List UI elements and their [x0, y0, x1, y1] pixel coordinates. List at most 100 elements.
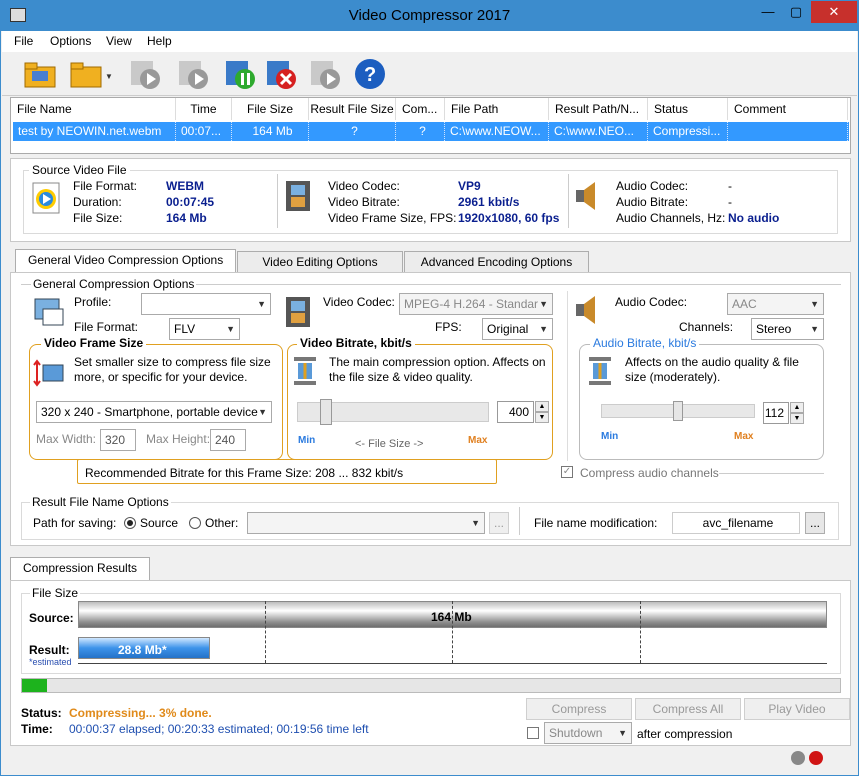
spin-down-icon[interactable]: ▼	[790, 413, 804, 424]
compress-audio-checkbox[interactable]: ✓	[561, 466, 573, 478]
time-label: Time:	[21, 722, 53, 736]
source-title: Source Video File	[29, 163, 130, 177]
close-button[interactable]: ✕	[811, 1, 857, 23]
shutdown-select[interactable]: Shutdown ▼	[544, 722, 632, 744]
src-size-label: File Size:	[73, 211, 123, 225]
status-light-icon	[789, 749, 829, 770]
menu-help[interactable]: Help	[147, 34, 172, 48]
spin-up-icon[interactable]: ▲	[535, 401, 549, 412]
col-time[interactable]: Time	[176, 98, 232, 120]
open-file-icon[interactable]	[22, 57, 58, 91]
play-result-icon[interactable]	[176, 57, 212, 91]
src-format-label: File Format:	[73, 179, 138, 193]
name-modification-button[interactable]: ...	[805, 512, 825, 534]
menu-options[interactable]: Options	[50, 34, 91, 48]
video-codec-select[interactable]: MPEG-4 H.264 - Standar ▼	[399, 293, 553, 315]
src-acodec-value: -	[728, 179, 732, 193]
profile-select[interactable]: ▼	[141, 293, 271, 315]
src-vcodec-label: Video Codec:	[328, 179, 400, 193]
audio-bitrate-slider-thumb[interactable]	[673, 401, 683, 421]
cell-file-path: C:\www.NEOW...	[445, 122, 549, 141]
film-icon	[284, 179, 312, 216]
col-result-size[interactable]: Result File Size	[309, 98, 396, 120]
name-modification-input[interactable]: avc_filename	[672, 512, 800, 534]
col-result-path[interactable]: Result Path/N...	[549, 98, 648, 120]
cell-time: 00:07...	[176, 122, 232, 141]
col-compression[interactable]: Com...	[396, 98, 445, 120]
audio-codec-select[interactable]: AAC ▼	[727, 293, 824, 315]
cell-file-size: 164 Mb	[232, 122, 309, 141]
spin-up-icon[interactable]: ▲	[790, 402, 804, 413]
src-duration-label: Duration:	[73, 195, 122, 209]
src-achannels-value: No audio	[728, 211, 780, 225]
video-bitrate-slider-thumb[interactable]	[320, 399, 332, 425]
pause-icon[interactable]	[223, 57, 259, 91]
divider	[567, 291, 568, 461]
play-video-button[interactable]: Play Video	[744, 698, 850, 720]
max-height-input[interactable]: 240	[210, 429, 246, 451]
col-file-name[interactable]: File Name	[11, 98, 176, 120]
compress-icon	[586, 355, 616, 390]
frame-size-desc: Set smaller size to compress file size m…	[74, 355, 271, 384]
table-row[interactable]: test by NEOWIN.net.webm 00:07... 164 Mb …	[13, 122, 849, 141]
fps-select[interactable]: Original ▼	[482, 318, 553, 340]
progress-fill	[22, 679, 47, 692]
browse-path-button[interactable]: ...	[489, 512, 509, 534]
spin-down-icon[interactable]: ▼	[535, 412, 549, 423]
src-vframe-label: Video Frame Size, FPS:	[328, 211, 457, 225]
stop-icon[interactable]	[264, 57, 300, 91]
svg-text:?: ?	[364, 64, 376, 86]
source-radio[interactable]	[124, 517, 136, 529]
video-max-label: Max	[468, 435, 488, 446]
file-format-select[interactable]: FLV ▼	[169, 318, 240, 340]
shutdown-checkbox[interactable]	[527, 727, 539, 739]
tab-general-compression[interactable]: General Video Compression Options	[15, 249, 237, 273]
play-source-icon[interactable]	[128, 57, 164, 91]
other-radio[interactable]	[189, 517, 201, 529]
video-bitrate-desc: The main compression option. Affects on …	[329, 355, 546, 384]
audio-min-label: Min	[601, 431, 619, 442]
grid-line	[265, 601, 266, 663]
tab-video-editing[interactable]: Video Editing Options	[237, 251, 403, 273]
col-comment[interactable]: Comment	[728, 98, 848, 120]
src-abitrate-value: -	[728, 195, 732, 209]
video-settings-icon[interactable]	[308, 57, 344, 91]
max-width-input[interactable]: 320	[100, 429, 136, 451]
chevron-down-icon: ▼	[258, 407, 267, 417]
audio-bitrate-input[interactable]: 112	[763, 402, 789, 424]
general-options-panel: General Compression Options Profile: ▼ F…	[10, 272, 851, 546]
recommended-bitrate: Recommended Bitrate for this Frame Size:…	[85, 466, 404, 480]
other-path-select[interactable]: ▼	[247, 512, 485, 534]
compress-button[interactable]: Compress	[526, 698, 632, 720]
help-icon[interactable]: ?	[352, 57, 388, 91]
menu-view[interactable]: View	[106, 34, 132, 48]
src-format-value: WEBM	[166, 179, 204, 193]
results-panel: File Size Source: 164 Mb Result: *estima…	[10, 580, 851, 746]
status-value: Compressing... 3% done.	[69, 706, 212, 720]
video-bitrate-input[interactable]: 400	[497, 401, 534, 423]
title-bar: Video Compressor 2017 — ▢ ✕	[1, 1, 858, 31]
chevron-down-icon: ▼	[226, 324, 235, 334]
col-file-path[interactable]: File Path	[445, 98, 549, 120]
menu-file[interactable]: File	[14, 34, 33, 48]
maximize-button[interactable]: ▢	[781, 1, 811, 23]
speaker-icon	[573, 179, 603, 216]
file-size-hint: <- File Size ->	[355, 438, 424, 450]
grid-line	[452, 601, 453, 663]
frame-size-title: Video Frame Size	[41, 336, 147, 350]
tab-compression-results[interactable]: Compression Results	[10, 557, 151, 581]
chevron-down-icon: ▼	[257, 299, 266, 309]
col-file-size[interactable]: File Size	[232, 98, 309, 120]
fps-label: FPS:	[435, 320, 462, 334]
max-height-label: Max Height:	[146, 432, 211, 446]
tab-advanced-encoding[interactable]: Advanced Encoding Options	[404, 251, 589, 273]
open-folder-icon[interactable]: ▼	[68, 57, 113, 91]
frame-preset-select[interactable]: 320 x 240 - Smartphone, portable device ▼	[36, 401, 272, 423]
compress-all-button[interactable]: Compress All	[635, 698, 741, 720]
divider	[719, 473, 824, 474]
minimize-button[interactable]: —	[753, 1, 783, 23]
channels-select[interactable]: Stereo ▼	[751, 318, 824, 340]
src-size-value: 164 Mb	[166, 211, 207, 225]
chevron-down-icon: ▼	[618, 728, 627, 738]
col-status[interactable]: Status	[648, 98, 728, 120]
